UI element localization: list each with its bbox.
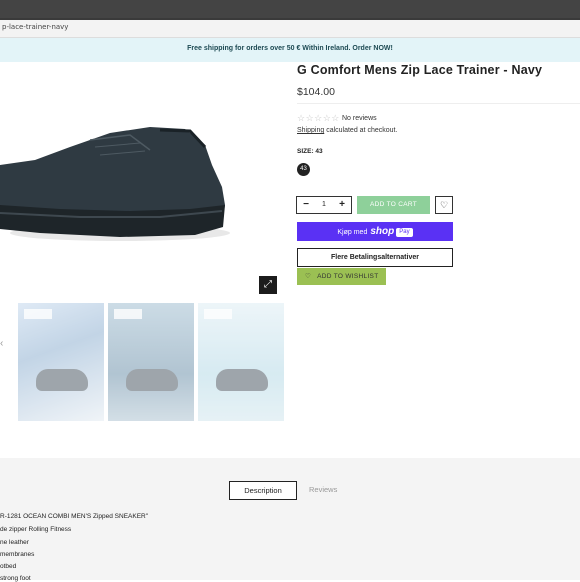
plus-icon[interactable]: + (335, 198, 349, 212)
product-main-image[interactable] (0, 105, 240, 255)
promo-banner: Free shipping for orders over 50 € Withi… (0, 38, 580, 62)
thumbnail-shoe (126, 369, 178, 391)
tab-reviews[interactable]: Reviews (309, 485, 337, 494)
product-thumbnail[interactable] (18, 303, 104, 421)
shop-pay-badge: Pay (396, 227, 413, 237)
browser-tab-strip (0, 0, 580, 18)
product-thumbnail[interactable] (108, 303, 194, 421)
promo-text: Free shipping for orders over 50 € Withi… (187, 45, 393, 52)
zoom-icon[interactable]: ⤢ (259, 276, 277, 294)
add-to-wishlist-button[interactable]: ♡ ADD TO WISHLIST (297, 268, 386, 285)
description-line: membranes (0, 551, 35, 558)
url-text: p-lace-trainer-navy (2, 23, 69, 31)
thumbnail-label (204, 309, 232, 319)
shipping-link[interactable]: Shipping (297, 127, 324, 134)
quantity-stepper[interactable]: − 1 + (296, 196, 352, 214)
browser-chrome (0, 0, 580, 20)
reviews-count: No reviews (342, 115, 377, 122)
thumbnail-shoe (36, 369, 88, 391)
divider (297, 103, 580, 104)
minus-icon[interactable]: − (299, 198, 313, 212)
tab-description[interactable]: Description (229, 481, 297, 500)
add-to-cart-button[interactable]: ADD TO CART (357, 196, 430, 214)
shipping-text: calculated at checkout. (324, 127, 398, 134)
product-title: G Comfort Mens Zip Lace Trainer - Navy (297, 63, 543, 77)
thumbnail-label (24, 309, 52, 319)
description-line: de zipper Rolling Fitness (0, 526, 72, 533)
size-option[interactable]: 43 (297, 163, 310, 176)
heart-icon[interactable]: ♡ (435, 196, 453, 214)
shop-pay-button[interactable]: Kjøp med shop Pay (297, 222, 453, 241)
wishlist-label: ADD TO WISHLIST (317, 273, 379, 280)
chevron-left-icon[interactable]: ‹ (0, 338, 3, 349)
thumbnail-shoe (216, 369, 268, 391)
description-line: strong foot (0, 575, 31, 582)
thumbnail-label (114, 309, 142, 319)
heart-icon: ♡ (305, 273, 312, 280)
size-label: SIZE: 43 (297, 148, 323, 155)
shop-pay-prefix: Kjøp med (337, 229, 368, 236)
product-price: $104.00 (297, 86, 335, 98)
more-payment-options-button[interactable]: Flere Betalingsalternativer (297, 248, 453, 267)
description-line: otbed (0, 563, 17, 570)
shop-pay-brand: shop (370, 226, 395, 237)
address-bar[interactable]: p-lace-trainer-navy (0, 20, 580, 38)
product-thumbnail[interactable] (198, 303, 284, 421)
quantity-value[interactable]: 1 (315, 201, 333, 208)
shipping-info: Shipping calculated at checkout. (297, 127, 397, 134)
description-line: R-1281 OCEAN COMBI MEN'S Zipped SNEAKER" (0, 513, 149, 520)
rating-stars-icon: ☆☆☆☆☆ (297, 113, 340, 123)
description-line: ne leather (0, 539, 29, 546)
